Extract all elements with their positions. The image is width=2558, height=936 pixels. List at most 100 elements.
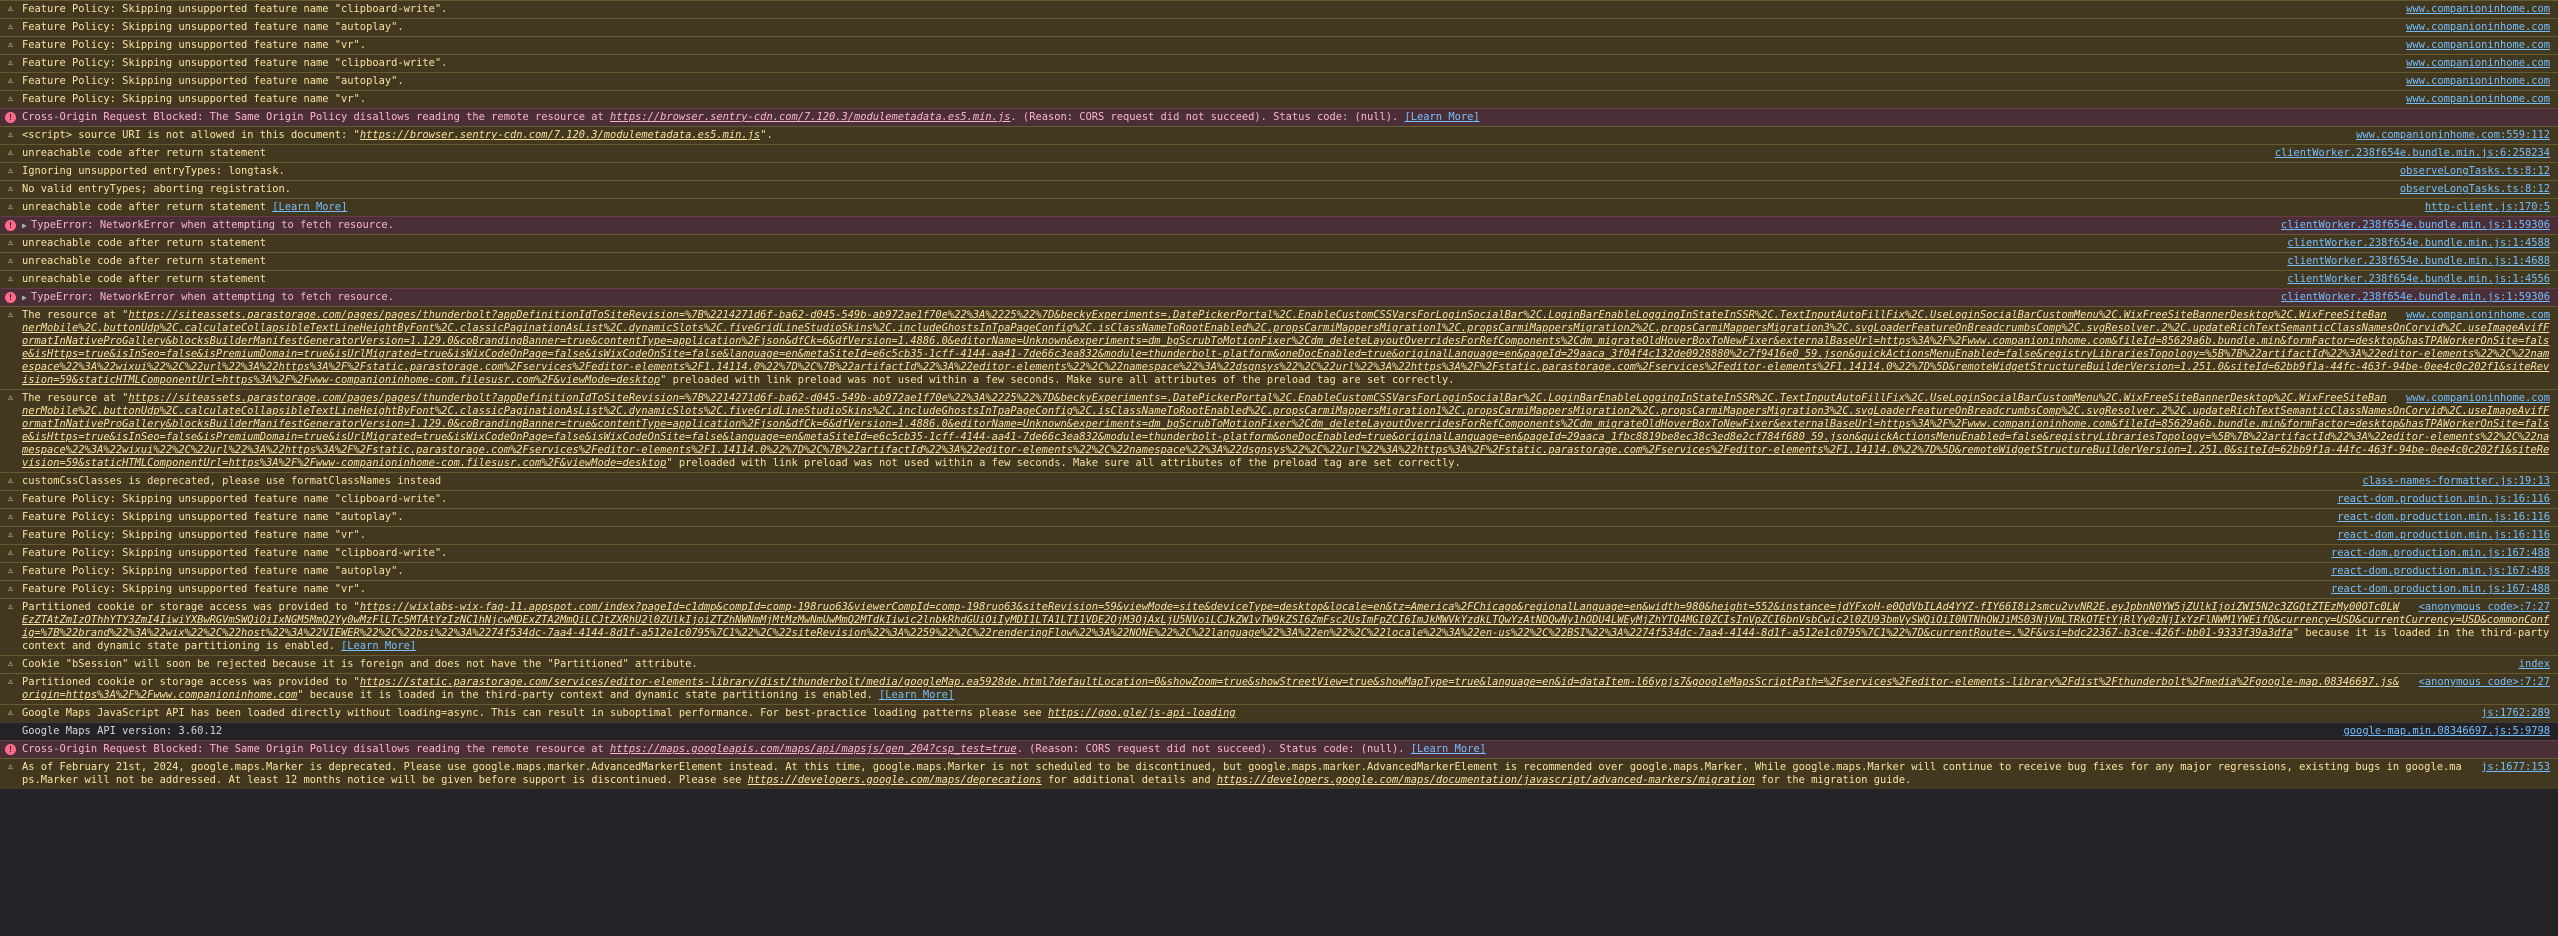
message-url-link[interactable]: https://developers.google.com/maps/docum…	[1217, 774, 1755, 786]
console-message-warn: ⚠ clientWorker.238f654e.bundle.min.js:1:4…	[0, 252, 2558, 270]
console-message-warn: ⚠ clientWorker.238f654e.bundle.min.js:1:4…	[0, 234, 2558, 252]
message-text-segment: Cookie "bSession" will soon be rejected …	[22, 658, 698, 670]
message-text-segment: unreachable code after return statement	[22, 201, 273, 213]
console-message-warn: ⚠ react-dom.production.min.js:16:116 Featu…	[0, 490, 2558, 508]
message-source-link[interactable]: google-map.min.08346697.js:5:9798	[2344, 725, 2550, 738]
message-text-segment: Feature Policy: Skipping unsupported fea…	[22, 75, 404, 87]
message-source-link[interactable]: clientWorker.238f654e.bundle.min.js:1:46…	[2287, 255, 2550, 268]
learn-more-link[interactable]: [Learn More]	[341, 640, 416, 652]
message-text: Feature Policy: Skipping unsupported fea…	[22, 75, 404, 87]
message-source-link[interactable]: js:1677:153	[2481, 761, 2550, 774]
message-text: The resource at "https://siteassets.para…	[22, 309, 2549, 386]
message-text-segment: Partitioned cookie or storage access was…	[22, 601, 360, 613]
message-source-link[interactable]: observeLongTasks.ts:8:12	[2400, 165, 2550, 178]
message-source-link[interactable]: www.companioninhome.com	[2406, 3, 2550, 16]
message-source-link[interactable]: react-dom.production.min.js:16:116	[2337, 529, 2550, 542]
message-source-link[interactable]: clientWorker.238f654e.bundle.min.js:1:59…	[2281, 219, 2550, 232]
message-source-link[interactable]: www.companioninhome.com	[2406, 75, 2550, 88]
warning-triangle-icon: ⚠	[7, 238, 14, 248]
message-source-link[interactable]: react-dom.production.min.js:167:488	[2331, 565, 2550, 578]
message-source-link[interactable]: react-dom.production.min.js:16:116	[2337, 511, 2550, 524]
message-url-link[interactable]: https://goo.gle/js-api-loading	[1048, 707, 1236, 719]
message-text: Partitioned cookie or storage access was…	[22, 601, 2556, 652]
message-text: Cookie "bSession" will soon be rejected …	[22, 658, 698, 670]
message-source-link[interactable]: <anonymous code>:7:27	[2419, 601, 2550, 614]
message-text-segment: ".	[760, 129, 773, 141]
learn-more-link[interactable]: [Learn More]	[879, 689, 954, 701]
message-text: Google Maps JavaScript API has been load…	[22, 707, 1236, 719]
console-message-warn: ⚠ observeLongTasks.ts:8:12 No valid entryT…	[0, 180, 2558, 198]
console-output: ⚠ www.companioninhome.com Feature Policy: …	[0, 0, 2558, 936]
message-source-link[interactable]: clientWorker.238f654e.bundle.min.js:1:59…	[2281, 291, 2550, 304]
console-message-warn: ⚠ www.companioninhome.com Feature Policy: …	[0, 18, 2558, 36]
message-text-segment: " because it is loaded in the third-part…	[297, 689, 880, 701]
message-text: Feature Policy: Skipping unsupported fea…	[22, 21, 404, 33]
message-text: Feature Policy: Skipping unsupported fea…	[22, 583, 366, 595]
warning-triangle-icon: ⚠	[7, 310, 14, 320]
message-text: unreachable code after return statement …	[22, 201, 347, 213]
message-text-segment: <script> source URI is not allowed in th…	[22, 129, 360, 141]
warning-triangle-icon: ⚠	[7, 58, 14, 68]
message-text: Feature Policy: Skipping unsupported fea…	[22, 565, 404, 577]
message-text: Feature Policy: Skipping unsupported fea…	[22, 39, 366, 51]
message-source-link[interactable]: clientWorker.238f654e.bundle.min.js:1:45…	[2287, 237, 2550, 250]
message-text: unreachable code after return statement	[22, 237, 266, 249]
message-source-link[interactable]: js:1762:289	[2481, 707, 2550, 720]
error-circle-icon: !	[5, 112, 16, 123]
message-url-link[interactable]: https://browser.sentry-cdn.com/7.120.3/m…	[360, 129, 760, 141]
message-text-segment: . (Reason: CORS request did not succeed)…	[1016, 743, 1411, 755]
message-source-link[interactable]: <anonymous code>:7:27	[2419, 676, 2550, 689]
message-text-segment: Feature Policy: Skipping unsupported fea…	[22, 547, 448, 559]
console-message-warn: ⚠ index Cookie "bSession" will soon be rej…	[0, 655, 2558, 673]
message-source-link[interactable]: clientWorker.238f654e.bundle.min.js:1:45…	[2287, 273, 2550, 286]
message-source-link[interactable]: react-dom.production.min.js:167:488	[2331, 583, 2550, 596]
message-text-segment: Feature Policy: Skipping unsupported fea…	[22, 3, 448, 15]
message-source-link[interactable]: www.companioninhome.com:559:112	[2356, 129, 2550, 142]
message-source-link[interactable]: react-dom.production.min.js:16:116	[2337, 493, 2550, 506]
message-source-link[interactable]: www.companioninhome.com	[2406, 39, 2550, 52]
message-source-link[interactable]: www.companioninhome.com	[2406, 309, 2550, 322]
learn-more-link[interactable]: [Learn More]	[272, 201, 347, 213]
message-url-link[interactable]: https://maps.googleapis.com/maps/api/map…	[610, 743, 1017, 755]
message-url-link[interactable]: https://developers.google.com/maps/depre…	[748, 774, 1042, 786]
warning-triangle-icon: ⚠	[7, 202, 14, 212]
message-text-segment: Cross-Origin Request Blocked: The Same O…	[22, 111, 611, 123]
message-source-link[interactable]: http-client.js:170:5	[2425, 201, 2550, 214]
console-message-error: ! clientWorker.238f654e.bundle.min.js:1:5…	[0, 216, 2558, 234]
learn-more-link[interactable]: [Learn More]	[1411, 743, 1486, 755]
message-text: unreachable code after return statement	[22, 255, 266, 267]
console-message-warn: ⚠ www.companioninhome.com Feature Policy: …	[0, 90, 2558, 108]
message-text-segment: Feature Policy: Skipping unsupported fea…	[22, 57, 448, 69]
warning-triangle-icon: ⚠	[7, 148, 14, 158]
expand-triangle-icon[interactable]: ▶	[22, 291, 31, 304]
message-source-link[interactable]: www.companioninhome.com	[2406, 21, 2550, 34]
message-text-segment: customCssClasses is deprecated, please u…	[22, 475, 442, 487]
message-source-link[interactable]: index	[2519, 658, 2550, 671]
expand-triangle-icon[interactable]: ▶	[22, 219, 31, 232]
message-source-link[interactable]: class-names-formatter.js:19:13	[2362, 475, 2550, 488]
message-source-link[interactable]: clientWorker.238f654e.bundle.min.js:6:25…	[2275, 147, 2550, 160]
console-message-warn: ⚠ http-client.js:170:5 unreachable code af…	[0, 198, 2558, 216]
message-text: Feature Policy: Skipping unsupported fea…	[22, 529, 366, 541]
message-source-link[interactable]: observeLongTasks.ts:8:12	[2400, 183, 2550, 196]
message-source-link[interactable]: www.companioninhome.com	[2406, 93, 2550, 106]
message-source-link[interactable]: www.companioninhome.com	[2406, 57, 2550, 70]
warning-triangle-icon: ⚠	[7, 566, 14, 576]
message-url-link[interactable]: https://browser.sentry-cdn.com/7.120.3/m…	[610, 111, 1010, 123]
message-text: customCssClasses is deprecated, please u…	[22, 475, 441, 487]
warning-triangle-icon: ⚠	[7, 76, 14, 86]
message-text: unreachable code after return statement	[22, 147, 266, 159]
message-text-segment: unreachable code after return statement	[22, 237, 266, 249]
message-text: No valid entryTypes; aborting registrati…	[22, 183, 291, 195]
message-text: Ignoring unsupported entryTypes: longtas…	[22, 165, 285, 177]
learn-more-link[interactable]: [Learn More]	[1405, 111, 1480, 123]
message-text-segment: for the migration guide.	[1754, 774, 1912, 786]
warning-triangle-icon: ⚠	[7, 4, 14, 14]
message-text: Cross-Origin Request Blocked: The Same O…	[22, 111, 1480, 123]
message-source-link[interactable]: react-dom.production.min.js:167:488	[2331, 547, 2550, 560]
console-message-warn: ⚠ www.companioninhome.com Feature Policy: …	[0, 36, 2558, 54]
message-url-link[interactable]: https://wixlabs-wix-faq-11.appspot.com/i…	[22, 601, 2549, 639]
message-source-link[interactable]: www.companioninhome.com	[2406, 392, 2550, 405]
message-text: As of February 21st, 2024, google.maps.M…	[22, 761, 2462, 786]
message-text-segment: Ignoring unsupported entryTypes: longtas…	[22, 165, 285, 177]
